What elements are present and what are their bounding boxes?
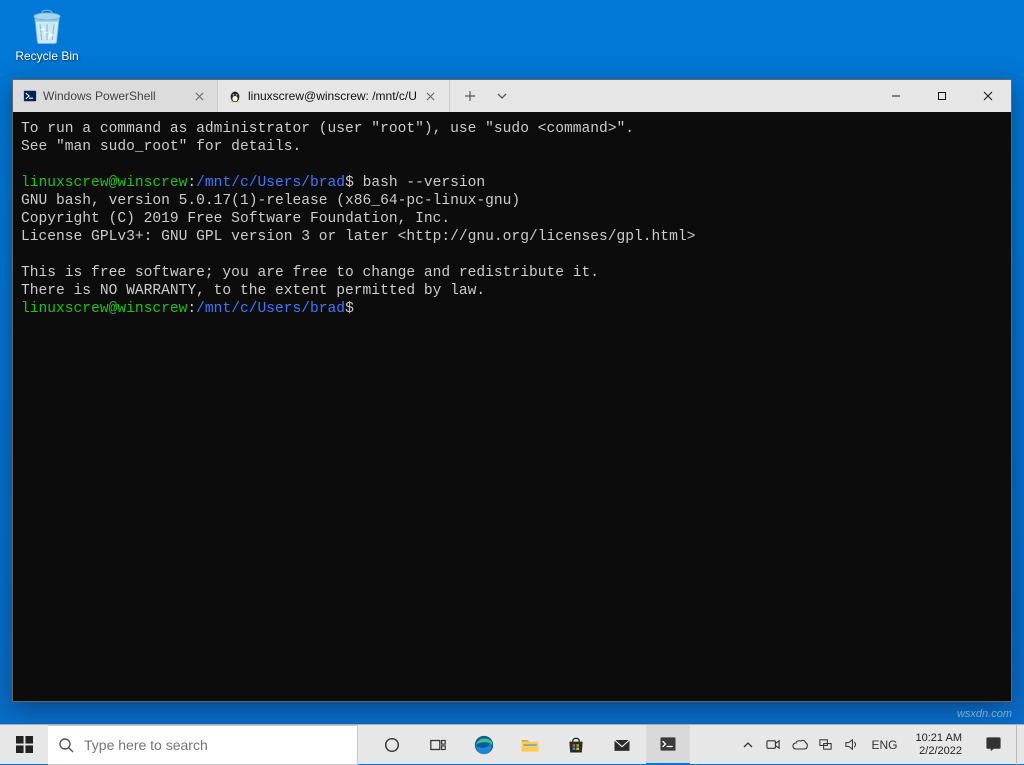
tab-close-button[interactable]	[423, 88, 439, 104]
tab-dropdown-button[interactable]	[488, 82, 516, 110]
taskbar-pinned	[370, 725, 690, 765]
prompt-sep: :	[187, 175, 196, 191]
tab-title: linuxscrew@winscrew: /mnt/c/U	[248, 89, 417, 103]
store-icon	[566, 735, 586, 755]
minimize-button[interactable]	[873, 80, 919, 112]
output-line: See "man sudo_root" for details.	[21, 139, 301, 155]
start-button[interactable]	[0, 725, 48, 765]
window-controls	[873, 80, 1011, 112]
clock-time: 10:21 AM	[916, 732, 962, 745]
close-button[interactable]	[965, 80, 1011, 112]
search-input[interactable]	[84, 726, 347, 764]
tray-notifications[interactable]	[976, 725, 1010, 765]
close-icon	[983, 91, 993, 101]
network-icon	[818, 737, 833, 752]
tabbar-controls	[450, 80, 516, 112]
recycle-bin-icon	[26, 5, 68, 47]
prompt-sep: :	[187, 301, 196, 317]
tux-icon	[228, 89, 242, 103]
tray-onedrive[interactable]	[790, 725, 810, 765]
cloud-icon	[792, 737, 808, 753]
close-icon	[195, 92, 204, 101]
titlebar-drag-area[interactable]	[516, 80, 873, 112]
taskbar-edge[interactable]	[462, 725, 506, 765]
tray-network[interactable]	[816, 725, 836, 765]
windows-logo-icon	[16, 736, 33, 753]
watermark: wsxdn.com	[957, 708, 1012, 720]
tab-strip: Windows PowerShell linuxscrew@winscrew: …	[13, 80, 450, 112]
tab-title: Windows PowerShell	[43, 89, 185, 103]
new-tab-button[interactable]	[456, 82, 484, 110]
prompt-path: /mnt/c/Users/brad	[196, 301, 345, 317]
show-desktop-button[interactable]	[1016, 725, 1022, 765]
tray-clock[interactable]: 10:21 AM 2/2/2022	[908, 732, 970, 758]
maximize-icon	[937, 91, 947, 101]
taskbar: ENG 10:21 AM 2/2/2022	[0, 724, 1024, 764]
edge-icon	[473, 734, 495, 756]
minimize-icon	[891, 91, 901, 101]
close-icon	[426, 92, 435, 101]
output-line: License GPLv3+: GNU GPL version 3 or lat…	[21, 229, 695, 245]
terminal-body[interactable]: To run a command as administrator (user …	[13, 112, 1011, 701]
mail-icon	[612, 735, 632, 755]
system-tray: ENG 10:21 AM 2/2/2022	[730, 725, 1024, 765]
notification-icon	[985, 736, 1002, 753]
recycle-bin-label: Recycle Bin	[12, 49, 82, 63]
terminal-window: Windows PowerShell linuxscrew@winscrew: …	[12, 79, 1012, 702]
volume-icon	[844, 737, 859, 752]
output-line: Copyright (C) 2019 Free Software Foundat…	[21, 211, 450, 227]
tab-close-button[interactable]	[191, 88, 207, 104]
tray-meet-now[interactable]	[764, 725, 784, 765]
output-line: This is free software; you are free to c…	[21, 265, 599, 281]
chevron-up-icon	[743, 740, 753, 750]
taskbar-terminal[interactable]	[646, 725, 690, 765]
tray-language[interactable]: ENG	[868, 725, 902, 765]
taskbar-explorer[interactable]	[508, 725, 552, 765]
output-line: There is NO WARRANTY, to the extent perm…	[21, 283, 485, 299]
taskbar-taskview[interactable]	[416, 725, 460, 765]
chevron-down-icon	[496, 90, 508, 102]
cortana-icon	[383, 736, 401, 754]
tab-powershell[interactable]: Windows PowerShell	[13, 80, 218, 112]
tray-volume[interactable]	[842, 725, 862, 765]
terminal-icon	[658, 734, 678, 754]
file-explorer-icon	[520, 735, 540, 755]
taskview-icon	[429, 736, 447, 754]
prompt-symbol: $	[345, 301, 354, 317]
tab-wsl[interactable]: linuxscrew@winscrew: /mnt/c/U	[218, 80, 450, 112]
powershell-icon	[23, 89, 37, 103]
taskbar-store[interactable]	[554, 725, 598, 765]
taskbar-mail[interactable]	[600, 725, 644, 765]
tray-overflow[interactable]	[738, 725, 758, 765]
taskbar-search[interactable]	[48, 725, 358, 765]
maximize-button[interactable]	[919, 80, 965, 112]
plus-icon	[464, 90, 476, 102]
search-icon	[58, 737, 74, 753]
prompt-path: /mnt/c/Users/brad	[196, 175, 345, 191]
titlebar: Windows PowerShell linuxscrew@winscrew: …	[13, 80, 1011, 112]
prompt-user: linuxscrew@winscrew	[21, 175, 187, 191]
prompt-symbol: $	[345, 175, 354, 191]
recycle-bin[interactable]: Recycle Bin	[12, 5, 82, 63]
output-line: To run a command as administrator (user …	[21, 121, 634, 137]
taskbar-cortana[interactable]	[370, 725, 414, 765]
camera-icon	[766, 737, 781, 752]
prompt-user: linuxscrew@winscrew	[21, 301, 187, 317]
command: bash --version	[354, 175, 485, 191]
output-line: GNU bash, version 5.0.17(1)-release (x86…	[21, 193, 520, 209]
clock-date: 2/2/2022	[916, 745, 962, 758]
